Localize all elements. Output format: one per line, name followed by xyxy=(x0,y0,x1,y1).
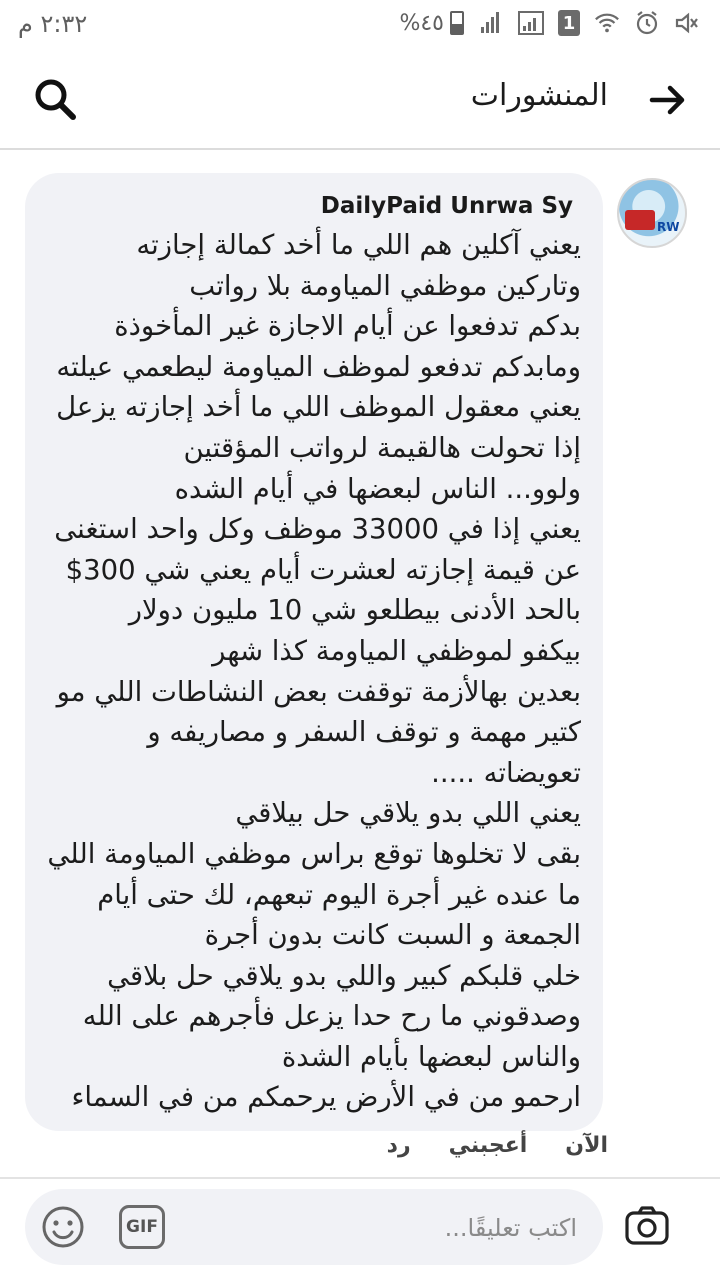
silent-icon xyxy=(674,10,700,36)
status-icons: 1 %٤٥ xyxy=(399,10,700,36)
comment-line: ما عنده غير أجرة اليوم تبعهم، لك حتى أيا… xyxy=(97,878,581,911)
comment-line: بالحد الأدنى بيطلعو شي 10 مليون دولار xyxy=(128,594,581,627)
like-button[interactable]: أعجبني xyxy=(449,1133,528,1158)
comment-line: والناس لبعضها بأيام الشدة xyxy=(281,1040,581,1073)
avatar-text: RW xyxy=(657,220,680,234)
avatar[interactable]: RW xyxy=(617,178,687,248)
comment-line: بدكم تدفعوا عن أيام الاجازة غير المأخوذة xyxy=(114,310,581,343)
comment-line: بقى لا تخلوها توقع براس موظفي المياومة ا… xyxy=(47,837,581,870)
avatar-badge xyxy=(625,210,655,230)
battery-icon xyxy=(450,11,464,35)
comment-author[interactable]: DailyPaid Unrwa Sy xyxy=(321,193,573,219)
comment-line: وتاركين موظفي المياومة بلا رواتب xyxy=(189,269,581,302)
back-arrow-icon[interactable] xyxy=(646,80,690,120)
search-icon[interactable] xyxy=(32,76,78,122)
comment-line: ومابدكم تدفعو لموظف المياومة ليطعمي عيلت… xyxy=(56,350,581,383)
reply-button[interactable]: رد xyxy=(387,1133,411,1158)
comment-line: ارحمو من في الأرض يرحمكم من في السماء xyxy=(71,1081,581,1114)
emoji-icon[interactable] xyxy=(39,1203,87,1251)
comment-text: يعني آكلين هم اللي ما أخد كمالة إجازته و… xyxy=(29,225,581,1118)
comment-line: تعويضاته ..... xyxy=(431,756,581,789)
comment-line: الجمعة و السبت كانت بدون أجرة xyxy=(204,919,581,952)
comment-line: خلي قلبكم كبير واللي بدو يلاقي حل بلاقي xyxy=(107,959,581,992)
comment-actions: الآن أعجبني رد xyxy=(387,1133,608,1158)
wifi-icon xyxy=(594,10,620,36)
app-header: المنشورات xyxy=(0,50,720,150)
alarm-icon xyxy=(634,10,660,36)
signal-sim2-icon xyxy=(478,10,504,36)
divider xyxy=(0,1177,720,1179)
comment-line: كتير مهمة و توقف السفر و مصاريفه و xyxy=(147,716,581,749)
comment-composer: GIF xyxy=(25,1189,603,1265)
comment-line: يعني آكلين هم اللي ما أخد كمالة إجازته xyxy=(136,229,581,261)
status-time: ٢:٣٢ م xyxy=(18,10,88,38)
battery-indicator: %٤٥ xyxy=(399,11,464,36)
comment-input[interactable] xyxy=(275,1209,579,1247)
camera-icon[interactable] xyxy=(624,1203,670,1249)
comment-line: بعدين بهالأزمة توقفت بعض النشاطات اللي م… xyxy=(56,675,581,708)
comment-line: يعني اللي بدو يلاقي حل بيلاقي xyxy=(235,797,581,830)
comment-timestamp: الآن xyxy=(565,1133,608,1158)
comment-line: يعني إذا في 33000 موظف وكل واحد استغنى xyxy=(54,513,581,546)
comment-line: ولوو... الناس لبعضها في أيام الشده xyxy=(174,472,581,505)
signal-sim1-icon xyxy=(518,10,544,36)
comment-line: بيكفو لموظفي المياومة كذا شهر xyxy=(212,634,581,667)
notification-badge: 1 xyxy=(558,10,580,36)
comment-line: عن قيمة إجازته لعشرت أيام يعني شي 300$ xyxy=(65,553,581,586)
comment-line: إذا تحولت هالقيمة لرواتب المؤقتين xyxy=(183,431,581,464)
comment-line: يعني معقول الموظف اللي ما أخد إجازته يزع… xyxy=(56,391,581,424)
page-title: المنشورات xyxy=(470,78,608,113)
battery-level: %٤٥ xyxy=(399,10,444,36)
comment-bubble[interactable]: DailyPaid Unrwa Sy يعني آكلين هم اللي ما… xyxy=(25,173,603,1131)
status-bar: 1 %٤٥ ٢:٣٢ م xyxy=(0,0,720,50)
comment-line: وصدقوني ما رح حدا يزعل فأجرهم على الله xyxy=(82,1000,581,1033)
gif-button[interactable]: GIF xyxy=(119,1205,165,1249)
